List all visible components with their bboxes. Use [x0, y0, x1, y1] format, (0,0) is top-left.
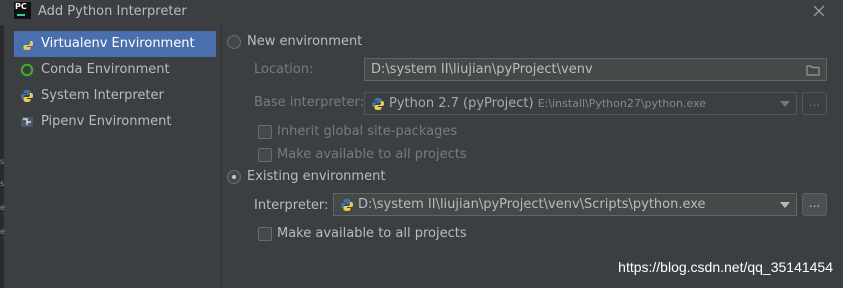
background-window-edge: s s e e — [0, 25, 5, 288]
pycharm-logo-icon: PC — [14, 2, 31, 19]
inherit-site-packages-label: Inherit global site-packages — [277, 124, 458, 139]
edge-char: e — [0, 227, 5, 236]
watermark-text: https://blog.csdn.net/qq_35141454 — [618, 259, 833, 275]
sidebar-item-conda[interactable]: Conda Environment — [14, 57, 216, 83]
base-interpreter-browse-button[interactable]: ... — [802, 92, 827, 115]
base-interpreter-value: Python 2.7 (pyProject) — [389, 96, 534, 111]
sidebar-item-label: Virtualenv Environment — [41, 36, 195, 51]
sidebar-item-pipenv[interactable]: Pipenv Environment — [14, 109, 216, 135]
edge-char: s — [0, 157, 5, 166]
title-bar: PC Add Python Interpreter — [0, 0, 843, 25]
new-environment-radio[interactable] — [227, 35, 241, 49]
location-field[interactable]: D:\system II\liujian\pyProject\venv — [364, 58, 827, 81]
folder-icon[interactable] — [806, 64, 820, 76]
interpreter-dropdown[interactable]: D:\system II\liujian\pyProject\venv\Scri… — [333, 193, 797, 216]
sidebar-item-label: System Interpreter — [41, 88, 164, 103]
sidebar-item-system-interpreter[interactable]: System Interpreter — [14, 83, 216, 109]
python-icon — [21, 38, 33, 50]
location-value: D:\system II\liujian\pyProject\venv — [371, 62, 593, 77]
conda-icon — [20, 63, 34, 77]
python-icon — [372, 97, 384, 110]
existing-environment-label: Existing environment — [247, 169, 386, 184]
edge-char: s — [0, 179, 5, 188]
window-title: Add Python Interpreter — [38, 4, 187, 19]
base-interpreter-dropdown[interactable]: Python 2.7 (pyProject) E:\install\Python… — [364, 92, 797, 115]
location-label: Location: — [254, 62, 314, 77]
new-environment-label: New environment — [247, 34, 363, 49]
close-icon[interactable] — [812, 4, 826, 18]
interpreter-browse-button[interactable]: ... — [802, 193, 827, 216]
existing-environment-radio[interactable] — [227, 170, 241, 184]
base-interpreter-path: E:\install\Python27\python.exe — [537, 97, 707, 110]
sidebar-item-virtualenv[interactable]: Virtualenv Environment — [14, 31, 216, 57]
sidebar-item-label: Pipenv Environment — [41, 114, 172, 129]
chevron-down-icon — [780, 202, 790, 208]
python-icon — [21, 90, 33, 102]
new-make-available-label: Make available to all projects — [277, 147, 467, 162]
python-icon — [341, 198, 353, 211]
environment-type-list: Virtualenv Environment Conda Environment… — [14, 31, 216, 135]
new-make-available-checkbox[interactable] — [258, 148, 272, 162]
app-icon-text: PC — [15, 2, 27, 11]
sidebar-item-label: Conda Environment — [41, 62, 170, 77]
sidebar-divider — [221, 25, 222, 288]
inherit-site-packages-checkbox[interactable] — [258, 125, 272, 139]
existing-make-available-checkbox[interactable] — [258, 227, 272, 241]
existing-make-available-label: Make available to all projects — [277, 226, 467, 241]
interpreter-label: Interpreter: — [254, 198, 329, 213]
base-interpreter-label: Base interpreter: — [254, 95, 364, 110]
interpreter-value: D:\system II\liujian\pyProject\venv\Scri… — [358, 197, 706, 212]
chevron-down-icon — [780, 101, 790, 107]
pipenv-icon — [21, 117, 33, 127]
edge-char: e — [0, 203, 5, 212]
